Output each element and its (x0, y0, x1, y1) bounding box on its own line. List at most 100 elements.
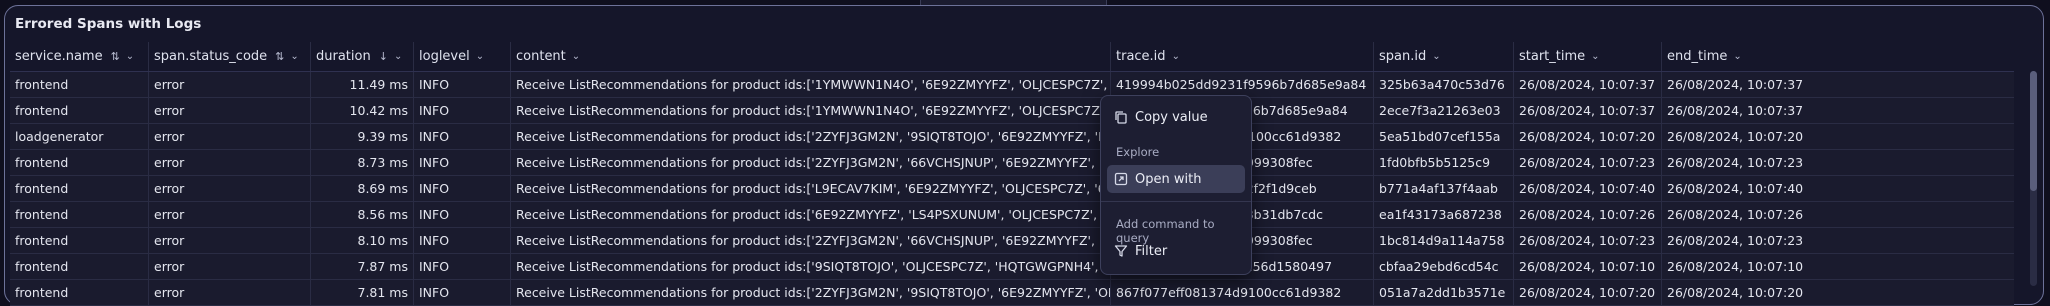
cell-duration[interactable]: 8.56 ms (310, 202, 413, 227)
chevron-down-icon[interactable]: ⌄ (572, 51, 580, 62)
cell-content[interactable]: Receive ListRecommendations for product … (510, 124, 1110, 149)
cell-status[interactable]: error (148, 124, 310, 149)
cell-end[interactable]: 26/08/2024, 10:07:40 (1661, 176, 2014, 201)
cell-loglevel[interactable]: INFO (413, 124, 510, 149)
cell-end[interactable]: 26/08/2024, 10:07:23 (1661, 228, 2014, 253)
chevron-down-icon[interactable]: ⌄ (476, 51, 484, 62)
chevron-down-icon[interactable]: ⌄ (1591, 51, 1599, 62)
chevron-down-icon[interactable]: ⌄ (1733, 51, 1741, 62)
column-header-loglevel[interactable]: loglevel ⌄ (413, 42, 510, 71)
cell-service[interactable]: frontend (10, 254, 148, 279)
chevron-down-icon[interactable]: ⌄ (1172, 51, 1180, 62)
cell-service[interactable]: frontend (10, 228, 148, 253)
cell-span[interactable]: b771a4af137f4aab (1373, 176, 1513, 201)
cell-status[interactable]: error (148, 72, 310, 97)
column-header-duration[interactable]: duration ↓ ⌄ (310, 42, 413, 71)
cell-service[interactable]: frontend (10, 98, 148, 123)
cell-span[interactable]: 1bc814d9a114a758 (1373, 228, 1513, 253)
cell-status[interactable]: error (148, 254, 310, 279)
sort-icon[interactable]: ⇅ (275, 50, 284, 63)
cell-loglevel[interactable]: INFO (413, 150, 510, 175)
cell-span[interactable]: 2ece7f3a21263e03 (1373, 98, 1513, 123)
copy-value-label: Copy value (1135, 109, 1208, 125)
cell-service[interactable]: frontend (10, 72, 148, 97)
cell-span[interactable]: 325b63a470c53d76 (1373, 72, 1513, 97)
cell-end[interactable]: 26/08/2024, 10:07:20 (1661, 124, 2014, 149)
column-header-end[interactable]: end_time ⌄ (1661, 42, 2014, 71)
cell-end[interactable]: 26/08/2024, 10:07:26 (1661, 202, 2014, 227)
cell-loglevel[interactable]: INFO (413, 176, 510, 201)
cell-end[interactable]: 26/08/2024, 10:07:37 (1661, 72, 2014, 97)
column-header-span[interactable]: span.id ⌄ (1373, 42, 1513, 71)
copy-value-menu-item[interactable]: Copy value (1107, 103, 1245, 131)
open-with-menu-item[interactable]: Open with (1107, 165, 1245, 193)
cell-end[interactable]: 26/08/2024, 10:07:23 (1661, 150, 2014, 175)
cell-content[interactable]: Receive ListRecommendations for product … (510, 254, 1110, 279)
cell-duration[interactable]: 8.69 ms (310, 176, 413, 201)
cell-duration[interactable]: 7.87 ms (310, 254, 413, 279)
chevron-down-icon[interactable]: ⌄ (394, 51, 402, 62)
cell-start[interactable]: 26/08/2024, 10:07:26 (1513, 202, 1661, 227)
cell-start[interactable]: 26/08/2024, 10:07:23 (1513, 150, 1661, 175)
cell-duration[interactable]: 11.49 ms (310, 72, 413, 97)
cell-service[interactable]: frontend (10, 202, 148, 227)
cell-content[interactable]: Receive ListRecommendations for product … (510, 72, 1110, 97)
cell-status[interactable]: error (148, 98, 310, 123)
cell-duration[interactable]: 10.42 ms (310, 98, 413, 123)
sort-icon[interactable]: ⇅ (111, 50, 120, 63)
cell-status[interactable]: error (148, 176, 310, 201)
cell-duration[interactable]: 9.39 ms (310, 124, 413, 149)
cell-span[interactable]: cbfaa29ebd6cd54c (1373, 254, 1513, 279)
chevron-down-icon[interactable]: ⌄ (1432, 51, 1440, 62)
cell-content[interactable]: Receive ListRecommendations for product … (510, 98, 1110, 123)
column-header-trace[interactable]: trace.id ⌄ (1110, 42, 1373, 71)
cell-status[interactable]: error (148, 228, 310, 253)
column-header-service[interactable]: service.name ⇅ ⌄ (10, 42, 148, 71)
cell-end[interactable]: 26/08/2024, 10:07:10 (1661, 254, 2014, 279)
table-row[interactable]: frontend error 10.42 ms INFO Receive ListRec… (10, 98, 2014, 124)
cell-duration[interactable]: 8.73 ms (310, 150, 413, 175)
table-row[interactable]: frontend error 8.56 ms INFO Receive ListReco… (10, 202, 2014, 228)
column-header-start[interactable]: start_time ⌄ (1513, 42, 1661, 71)
cell-status[interactable]: error (148, 202, 310, 227)
table-row[interactable]: frontend error 8.69 ms INFO Receive ListReco… (10, 176, 2014, 202)
table-scrollbar-thumb[interactable] (2030, 71, 2037, 191)
cell-loglevel[interactable]: INFO (413, 228, 510, 253)
cell-trace[interactable]: 419994b025dd9231f9596b7d685e9a84 (1110, 72, 1373, 97)
cell-service[interactable]: frontend (10, 150, 148, 175)
cell-start[interactable]: 26/08/2024, 10:07:37 (1513, 72, 1661, 97)
table-row[interactable]: frontend error 11.49 ms INFO Receive ListRec… (10, 72, 2014, 98)
table-row[interactable]: frontend error 8.73 ms INFO Receive ListReco… (10, 150, 2014, 176)
cell-span[interactable]: ea1f43173a687238 (1373, 202, 1513, 227)
table-row[interactable]: frontend error 8.10 ms INFO Receive ListReco… (10, 228, 2014, 254)
chevron-down-icon[interactable]: ⌄ (290, 51, 298, 62)
cell-status[interactable]: error (148, 150, 310, 175)
cell-start[interactable]: 26/08/2024, 10:07:10 (1513, 254, 1661, 279)
cell-content[interactable]: Receive ListRecommendations for product … (510, 202, 1110, 227)
table-row[interactable]: loadgenerator error 9.39 ms INFO Receive Lis… (10, 124, 2014, 150)
cell-service[interactable]: loadgenerator (10, 124, 148, 149)
cell-content[interactable]: Receive ListRecommendations for product … (510, 150, 1110, 175)
cell-content[interactable]: Receive ListRecommendations for product … (510, 228, 1110, 253)
cell-start[interactable]: 26/08/2024, 10:07:40 (1513, 176, 1661, 201)
cell-start[interactable]: 26/08/2024, 10:07:37 (1513, 98, 1661, 123)
cell-loglevel[interactable]: INFO (413, 72, 510, 97)
column-header-content[interactable]: content ⌄ (510, 42, 1110, 71)
cell-end[interactable]: 26/08/2024, 10:07:37 (1661, 98, 2014, 123)
cell-service[interactable]: frontend (10, 176, 148, 201)
cell-start[interactable]: 26/08/2024, 10:07:20 (1513, 124, 1661, 149)
cell-start[interactable]: 26/08/2024, 10:07:23 (1513, 228, 1661, 253)
cell-loglevel[interactable]: INFO (413, 254, 510, 279)
cell-span[interactable]: 1fd0bfb5b5125c9 (1373, 150, 1513, 175)
column-header-status[interactable]: span.status_code ⇅ ⌄ (148, 42, 310, 71)
cell-duration[interactable]: 8.10 ms (310, 228, 413, 253)
sort-icon[interactable]: ↓ (379, 50, 388, 63)
column-header-label: start_time (1519, 49, 1586, 64)
chevron-down-icon[interactable]: ⌄ (126, 51, 134, 62)
cell-loglevel[interactable]: INFO (413, 98, 510, 123)
cell-content[interactable]: Receive ListRecommendations for product … (510, 176, 1110, 201)
cell-span[interactable]: 5ea51bd07cef155a (1373, 124, 1513, 149)
table-row[interactable]: frontend error 7.87 ms INFO Receive ListReco… (10, 254, 2014, 280)
cell-loglevel[interactable]: INFO (413, 202, 510, 227)
filter-menu-item[interactable]: Filter (1107, 237, 1245, 265)
